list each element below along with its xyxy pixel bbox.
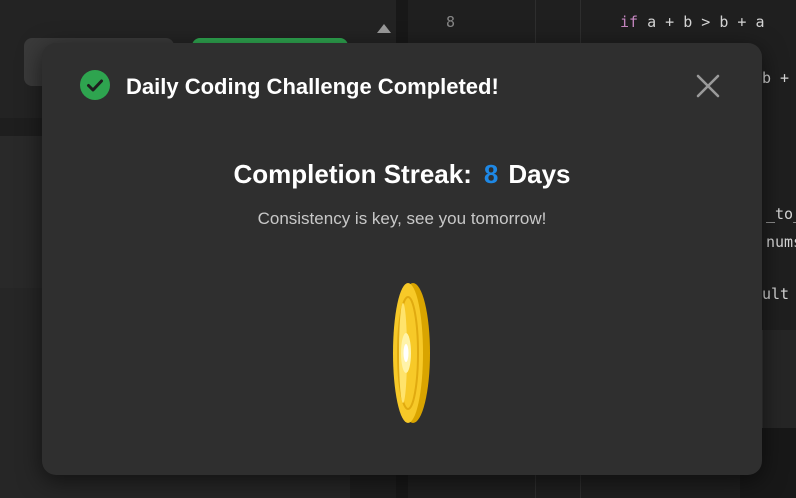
dialog-title: Daily Coding Challenge Completed!: [126, 74, 499, 99]
encouragement-text: Consistency is key, see you tomorrow!: [257, 209, 547, 228]
code-keyword: if: [620, 13, 639, 31]
streak-unit: Days: [508, 159, 571, 189]
editor-code-fragment: _to_: [766, 205, 796, 223]
close-button[interactable]: [692, 70, 724, 102]
editor-code-fragment: nums: [766, 233, 796, 251]
editor-code-fragment: ult: [762, 285, 790, 303]
editor-line-number: 8: [446, 13, 456, 31]
streak-label: Completion Streak:: [233, 159, 472, 189]
close-icon: [696, 74, 720, 98]
challenge-completed-dialog: Daily Coding Challenge Completed! Comple…: [42, 43, 762, 475]
streak-count: 8: [483, 159, 499, 189]
scroll-up-arrow-icon: [377, 24, 391, 33]
check-circle-icon: [80, 70, 110, 100]
gold-coin-icon: [382, 279, 438, 427]
editor-code-line: if a + b > b + a: [620, 13, 765, 31]
completion-streak: Completion Streak: 8 Days: [42, 157, 762, 191]
right-panel: [762, 330, 796, 428]
editor-code-fragment: b +: [762, 69, 790, 87]
code-expression: a + b > b + a: [638, 13, 765, 31]
